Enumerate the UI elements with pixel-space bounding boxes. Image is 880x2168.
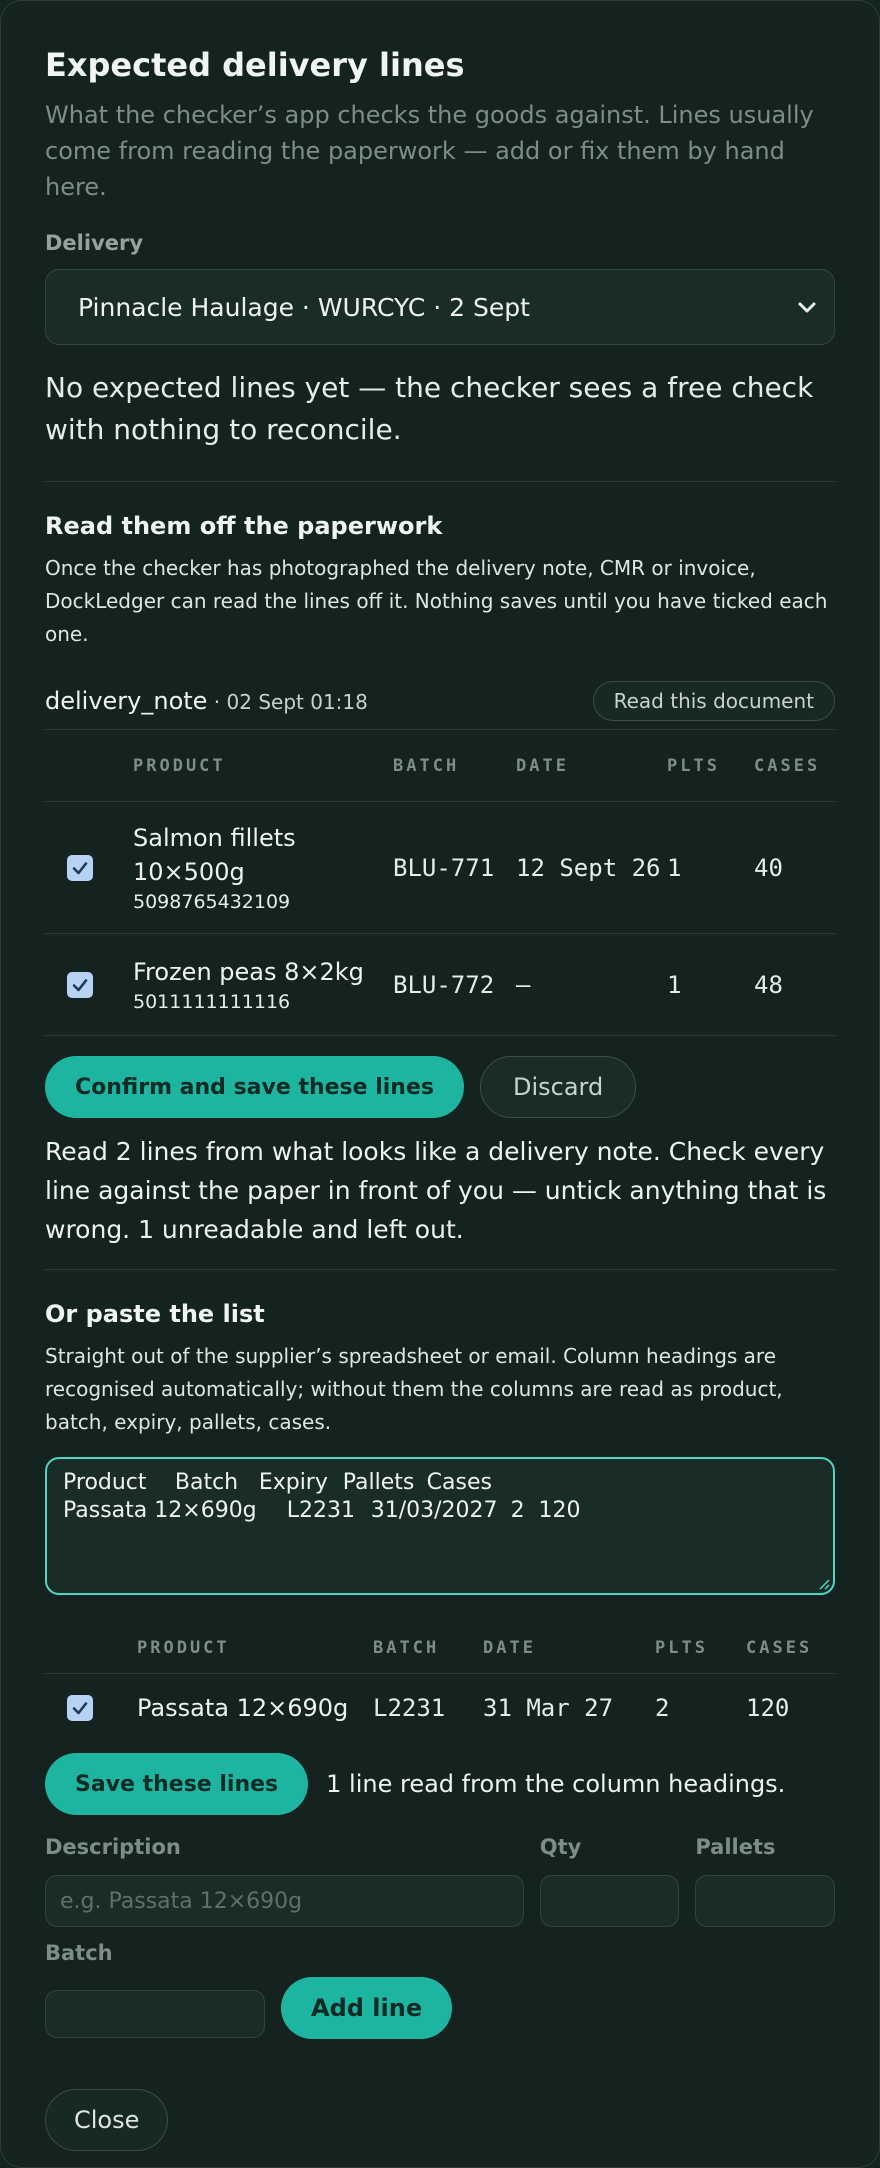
paste-description: Straight out of the supplier’s spreadshe… [45,1344,783,1434]
document-name: delivery_note [45,687,208,715]
discard-button[interactable]: Discard [479,1056,637,1118]
cases-cell: 40 [754,853,783,882]
table-row: Salmon fillets 10×500g 5098765432109 BLU-… [45,802,835,934]
paste-textarea[interactable]: Product Batch Expiry Pallets Cases Passa… [45,1457,835,1595]
pasted-lines-table: PRODUCT BATCH DATE PLTS CASES Passata 12… [45,1623,835,1743]
column-header-product: PRODUCT [133,755,226,776]
divider [45,481,835,482]
check-icon [72,861,88,874]
check-icon [72,978,88,991]
delivery-select-value: Pinnacle Haulage · WURCYC · 2 Sept [78,292,530,322]
pallets-cell: 1 [667,970,682,999]
delivery-select[interactable]: Pinnacle Haulage · WURCYC · 2 Sept [45,269,835,345]
save-lines-button[interactable]: Save these lines [45,1753,309,1815]
pallets-cell: 1 [667,853,682,882]
chevron-down-icon [798,302,816,313]
date-cell: 31 Mar 27 [483,1694,614,1723]
pallets-cell: 2 [655,1694,670,1723]
delivery-label: Delivery [45,231,144,255]
batch-label: Batch [45,1941,113,1965]
paperwork-actions: Confirm and save these lines Discard [45,1056,835,1118]
paste-line: Passata 12×690g L2231 31/03/2027 2 120 [63,1498,581,1523]
description-input[interactable]: e.g. Passata 12×690g [45,1875,524,1927]
close-button[interactable]: Close [45,2089,169,2151]
empty-lines-note: No expected lines yet — the checker sees… [45,371,814,446]
paste-line: Product Batch Expiry Pallets Cases [63,1470,492,1495]
cases-cell: 48 [754,970,783,999]
batch-cell: BLU-771 [393,853,495,882]
paperwork-description: Once the checker has photographed the de… [45,556,828,646]
pallets-label: Pallets [695,1835,776,1859]
divider [45,1269,835,1270]
column-header-date: DATE [516,755,569,776]
paste-actions: Save these lines 1 line read from the co… [45,1753,835,1815]
line-checkbox[interactable] [67,971,93,998]
column-header-plts: PLTS [655,1637,708,1658]
paste-result-message: 1 line read from the column headings. [326,1770,786,1798]
read-result-message: Read 2 lines from what looks like a deli… [45,1137,827,1244]
product-ean: 5011111111116 [133,990,291,1013]
document-row: delivery_note · 02 Sept 01:18 Read this … [45,681,835,721]
column-header-date: DATE [483,1637,536,1658]
qty-label: Qty [539,1835,582,1859]
product-name: Salmon fillets 10×500g [133,823,296,886]
product-name: Frozen peas 8×2kg [133,957,364,986]
line-checkbox[interactable] [67,1695,93,1722]
paperwork-section-title: Read them off the paperwork [45,512,443,540]
batch-input[interactable] [45,1990,265,2038]
add-line-button[interactable]: Add line [281,1977,453,2039]
qty-input[interactable] [539,1875,680,1927]
resize-grip-icon[interactable] [816,1576,830,1590]
batch-cell: BLU-772 [393,970,495,999]
line-checkbox[interactable] [67,854,93,881]
table-row: Passata 12×690g L2231 31 Mar 27 2 120 [45,1673,835,1743]
read-document-button[interactable]: Read this document [592,681,835,721]
column-header-batch: BATCH [373,1637,440,1658]
dialog-title: Expected delivery lines [45,46,465,84]
date-cell: 12 Sept 26 [516,853,661,882]
column-header-cases: CASES [746,1637,813,1658]
document-timestamp: · 02 Sept 01:18 [207,690,368,714]
check-icon [72,1702,88,1715]
description-label: Description [45,1835,181,1859]
product-name: Passata 12×690g [137,1694,349,1723]
expected-lines-dialog: Expected delivery lines What the checker… [0,0,880,2168]
paste-section-title: Or paste the list [45,1300,265,1328]
column-header-product: PRODUCT [137,1637,230,1658]
batch-entry-row: Batch Add line [45,1941,835,2039]
product-ean: 5098765432109 [133,890,291,913]
dialog-subtitle: What the checker’s app checks the goods … [45,101,814,201]
column-header-plts: PLTS [667,755,720,776]
confirm-save-button[interactable]: Confirm and save these lines [45,1056,464,1118]
date-cell: — [516,970,531,999]
table-header-row: PRODUCT BATCH DATE PLTS CASES [45,730,835,802]
cases-cell: 120 [746,1694,790,1723]
pallets-input[interactable] [695,1875,835,1927]
table-header-row: PRODUCT BATCH DATE PLTS CASES [45,1623,835,1673]
paperwork-lines-table: PRODUCT BATCH DATE PLTS CASES Salmon fil… [45,729,835,1036]
column-header-cases: CASES [754,755,821,776]
batch-cell: L2231 [373,1694,446,1723]
table-row: Frozen peas 8×2kg 5011111111116 BLU-772 —… [45,934,835,1036]
column-header-batch: BATCH [393,755,460,776]
manual-entry-row: Description e.g. Passata 12×690g Qty Pal… [45,1835,835,1927]
